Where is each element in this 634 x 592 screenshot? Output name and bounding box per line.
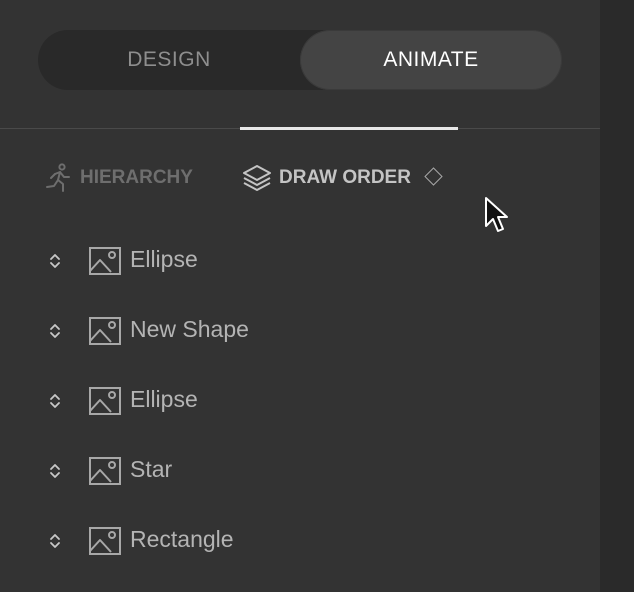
image-icon <box>89 387 121 415</box>
tab-hierarchy[interactable]: HIERARCHY <box>42 160 193 196</box>
image-icon <box>89 317 121 345</box>
drag-handle-icon[interactable] <box>48 252 62 270</box>
list-item-label: New Shape <box>130 316 249 342</box>
active-tab-indicator <box>240 127 458 130</box>
running-figure-icon <box>42 162 74 194</box>
mouse-pointer-icon <box>485 197 508 232</box>
drag-handle-icon[interactable] <box>48 322 62 340</box>
animate-mode-button[interactable]: ANIMATE <box>300 30 562 90</box>
design-mode-button[interactable]: DESIGN <box>38 30 300 90</box>
drag-handle-icon[interactable] <box>48 392 62 410</box>
adjacent-panel-edge <box>600 0 634 592</box>
list-item-label: Star <box>130 456 173 482</box>
list-item[interactable]: Rectangle <box>0 506 600 576</box>
tab-draw-order-label: DRAW ORDER <box>279 167 411 188</box>
image-icon <box>89 457 121 485</box>
list-item[interactable]: Star <box>0 436 600 506</box>
list-item-label: Rectangle <box>130 526 234 552</box>
tab-hierarchy-label: HIERARCHY <box>80 167 193 188</box>
list-item-label: Ellipse <box>130 386 198 412</box>
drag-handle-icon[interactable] <box>48 532 62 550</box>
image-icon <box>89 527 121 555</box>
draw-order-panel: DESIGN ANIMATE HIERARCHY DRAW ORDER Elli… <box>0 0 600 592</box>
stacked-layers-icon <box>241 162 273 194</box>
list-item[interactable]: Ellipse <box>0 226 600 296</box>
diamond-keyframe-icon[interactable] <box>424 166 443 186</box>
drag-handle-icon[interactable] <box>48 462 62 480</box>
tab-draw-order[interactable]: DRAW ORDER <box>241 160 443 196</box>
list-item-label: Ellipse <box>130 246 198 272</box>
list-item[interactable]: Ellipse <box>0 366 600 436</box>
list-item[interactable]: New Shape <box>0 296 600 366</box>
draw-order-list: Ellipse New Shape Ellipse Star Rectangle <box>0 226 600 576</box>
mode-toggle: DESIGN ANIMATE <box>38 30 562 90</box>
image-icon <box>89 247 121 275</box>
